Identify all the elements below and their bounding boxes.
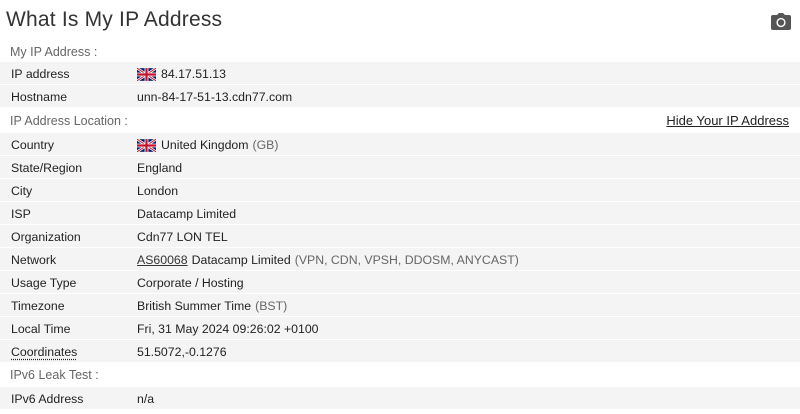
ip-value-text: 84.17.51.13 — [161, 67, 226, 81]
isp-label: ISP — [11, 207, 31, 221]
organization-value: Cdn77 LON TEL — [137, 230, 228, 244]
country-value: United Kingdom (GB) — [137, 138, 278, 152]
city-value: London — [137, 184, 179, 198]
section-label: My IP Address : — [10, 45, 98, 59]
table-row: Coordinates 51.5072,-0.1276 — [0, 340, 800, 363]
country-code: (GB) — [252, 138, 279, 152]
coordinates-label[interactable]: Coordinates — [11, 345, 77, 359]
uk-flag-icon — [137, 67, 156, 81]
state-label: State/Region — [11, 161, 83, 175]
timezone-value: British Summer Time (BST) — [137, 299, 287, 313]
section-my-ip: My IP Address : — [0, 41, 800, 63]
local-time-label: Local Time — [11, 322, 71, 336]
table-row: Organization Cdn77 LON TEL — [0, 225, 800, 248]
header: What Is My IP Address — [0, 0, 800, 40]
table-row: Hostname unn-84-17-51-13.cdn77.com — [0, 85, 800, 108]
timezone-name: British Summer Time — [137, 299, 252, 313]
timezone-abbr: (BST) — [255, 299, 288, 313]
table-row: City London — [0, 179, 800, 202]
section-location: IP Address Location : Hide Your IP Addre… — [0, 110, 800, 134]
usage-type-value: Corporate / Hosting — [137, 276, 244, 290]
ipv6-address-value: n/a — [137, 392, 155, 406]
state-value: England — [137, 161, 183, 175]
table-row: Local Time Fri, 31 May 2024 09:26:02 +01… — [0, 317, 800, 340]
city-label: City — [11, 184, 33, 198]
network-label: Network — [11, 253, 57, 267]
page-title: What Is My IP Address — [6, 8, 223, 31]
table-row: Timezone British Summer Time (BST) — [0, 294, 800, 317]
country-name: United Kingdom — [161, 138, 249, 152]
table-row: ISP Datacamp Limited — [0, 202, 800, 225]
isp-value: Datacamp Limited — [137, 207, 237, 221]
table-row: Usage Type Corporate / Hosting — [0, 271, 800, 294]
organization-label: Organization — [11, 230, 81, 244]
section-label: IPv6 Leak Test : — [10, 368, 99, 382]
uk-flag-icon — [137, 138, 156, 152]
timezone-label: Timezone — [11, 299, 65, 313]
table-row: Country United Kingdom (GB) — [0, 133, 800, 156]
network-name: Datacamp Limited — [191, 253, 291, 267]
table-row: IPv6 Address n/a — [0, 387, 800, 410]
usage-type-label: Usage Type — [11, 276, 77, 290]
section-label: IP Address Location : — [10, 114, 128, 128]
country-label: Country — [11, 138, 55, 152]
table-row: IP address 84.17.51.13 — [0, 62, 800, 85]
section-ipv6: IPv6 Leak Test : — [0, 364, 800, 386]
network-tags: (VPN, CDN, VPSH, DDOSM, ANYCAST) — [294, 253, 519, 267]
asn-link[interactable]: AS60068 — [137, 253, 188, 267]
table-row: Network AS60068 Datacamp Limited (VPN, C… — [0, 248, 800, 271]
local-time-value: Fri, 31 May 2024 09:26:02 +0100 — [137, 322, 319, 336]
camera-icon[interactable] — [771, 13, 791, 30]
ip-address-value: 84.17.51.13 — [137, 67, 226, 81]
coordinates-value: 51.5072,-0.1276 — [137, 345, 227, 359]
hide-ip-link[interactable]: Hide Your IP Address — [666, 113, 789, 128]
ipv6-address-label: IPv6 Address — [11, 392, 84, 406]
network-value: AS60068 Datacamp Limited (VPN, CDN, VPSH… — [137, 253, 519, 267]
table-row: State/Region England — [0, 156, 800, 179]
hostname-label: Hostname — [11, 90, 68, 104]
ip-address-label: IP address — [11, 67, 70, 81]
hostname-value: unn-84-17-51-13.cdn77.com — [137, 90, 293, 104]
